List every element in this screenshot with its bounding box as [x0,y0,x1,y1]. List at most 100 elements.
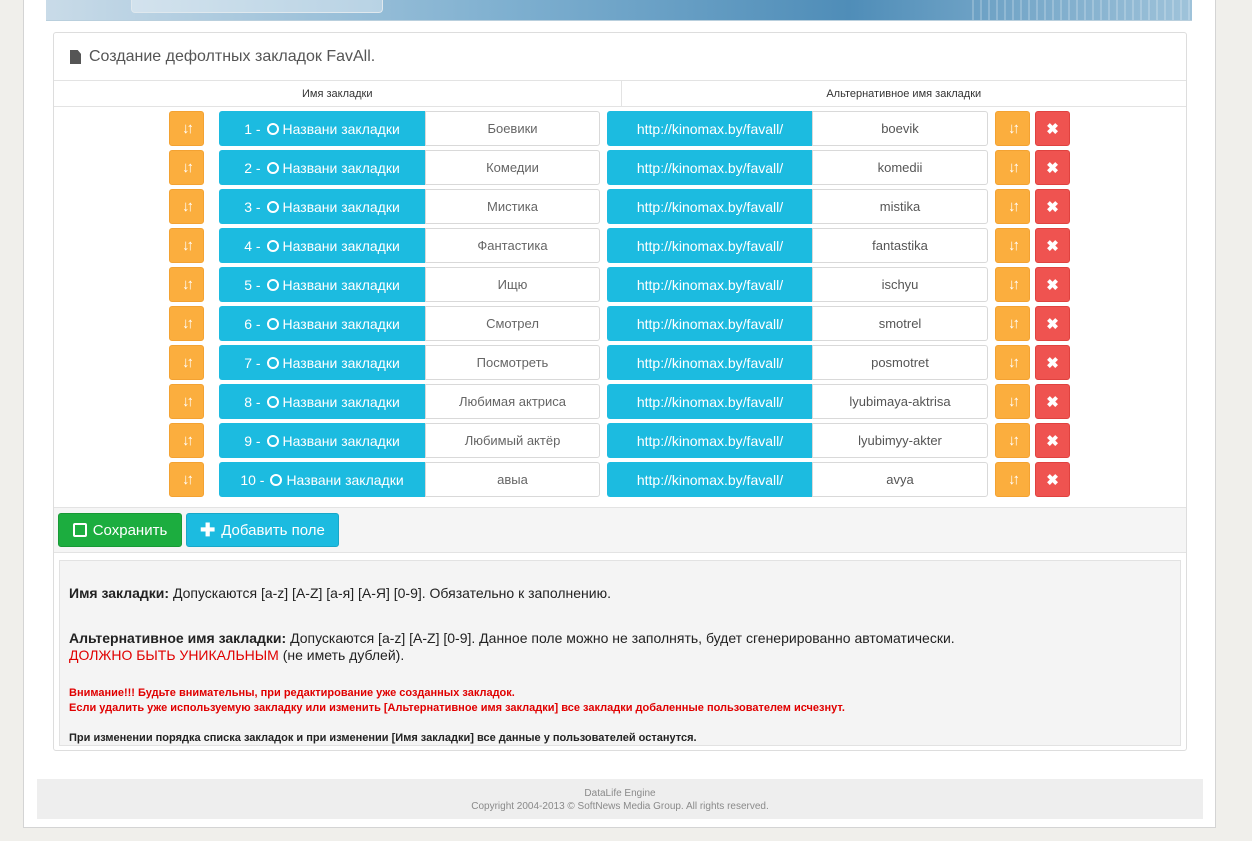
sort-handle-button[interactable]: ↓↑ [169,228,204,263]
paperclip-icon [267,471,285,488]
row-number: 1 - [244,120,261,137]
bookmark-name-input[interactable]: Ищю [425,267,600,302]
delete-row-button[interactable]: ✖ [1035,150,1070,185]
sort-icon: ↓↑ [182,237,194,254]
footer: DataLife Engine Copyright 2004-2013 © So… [37,779,1203,819]
table-row: ↓↑ 1 - Названи закладки Боевики http://kinom… [169,111,1073,146]
table-header: Имя закладки Альтернативное имя закладки [54,80,1186,107]
sort-handle-button[interactable]: ↓↑ [169,384,204,419]
sort-handle-button[interactable]: ↓↑ [995,267,1030,302]
sort-handle-button[interactable]: ↓↑ [995,345,1030,380]
sort-icon: ↓↑ [182,198,194,215]
delete-row-button[interactable]: ✖ [1035,345,1070,380]
sort-handle-button[interactable]: ↓↑ [995,111,1030,146]
bookmark-name-label: Названи закладки [282,237,400,254]
sort-handle-button[interactable]: ↓↑ [995,423,1030,458]
sort-handle-button[interactable]: ↓↑ [169,306,204,341]
bookmark-name-label: Названи закладки [282,120,400,137]
alt-name-input[interactable]: komedii [812,150,988,185]
sort-icon: ↓↑ [1008,276,1020,293]
banner-decoration [972,0,1192,20]
sort-handle-button[interactable]: ↓↑ [169,345,204,380]
delete-row-button[interactable]: ✖ [1035,306,1070,341]
bookmark-name-input[interactable]: Посмотреть [425,345,600,380]
save-button[interactable]: Сохранить [58,513,182,547]
table-row: ↓↑ 8 - Названи закладки Любимая актриса http… [169,384,1073,419]
banner-search-box [131,0,383,13]
paperclip-icon [264,354,282,371]
bookmark-name-label: Названи закладки [282,315,400,332]
alt-name-input[interactable]: lyubimaya-aktrisa [812,384,988,419]
sort-handle-button[interactable]: ↓↑ [995,150,1030,185]
bookmark-name-input[interactable]: авыа [425,462,600,497]
sort-handle-button[interactable]: ↓↑ [169,111,204,146]
bookmark-name-input[interactable]: Любимый актёр [425,423,600,458]
alt-name-input[interactable]: smotrel [812,306,988,341]
paperclip-icon [264,393,282,410]
bookmark-name-label: Названи закладки [286,471,404,488]
bookmark-name-input[interactable]: Боевики [425,111,600,146]
bookmark-name-label: Названи закладки [282,198,400,215]
bookmark-name-input[interactable]: Фантастика [425,228,600,263]
info-name-line: Имя закладки: Допускаются [a-z] [A-Z] [а… [69,585,611,601]
alt-name-input[interactable]: fantastika [812,228,988,263]
url-prefix-addon: http://kinomax.by/favall/ [607,228,813,263]
table-row: ↓↑ 5 - Названи закладки Ищю http://kinomax.b… [169,267,1073,302]
paperclip-icon [264,237,282,254]
sort-handle-button[interactable]: ↓↑ [995,189,1030,224]
delete-row-button[interactable]: ✖ [1035,189,1070,224]
sort-handle-button[interactable]: ↓↑ [169,189,204,224]
sort-handle-button[interactable]: ↓↑ [169,462,204,497]
add-field-button[interactable]: ✚ Добавить поле [186,513,339,547]
sort-icon: ↓↑ [182,432,194,449]
alt-name-input[interactable]: posmotret [812,345,988,380]
row-number: 10 - [240,471,265,488]
alt-name-input[interactable]: ischyu [812,267,988,302]
bookmark-name-input[interactable]: Смотрел [425,306,600,341]
delete-row-button[interactable]: ✖ [1035,228,1070,263]
bookmark-name-addon: 10 - Названи закладки [219,462,425,497]
sort-handle-button[interactable]: ↓↑ [995,462,1030,497]
document-icon [70,50,81,64]
table-row: ↓↑ 9 - Названи закладки Любимый актёр http:/… [169,423,1073,458]
row-number: 2 - [244,159,261,176]
bookmark-name-addon: 9 - Названи закладки [219,423,425,458]
sort-handle-button[interactable]: ↓↑ [169,150,204,185]
table-row: ↓↑ 2 - Названи закладки Комедии http://kinom… [169,150,1073,185]
url-prefix-addon: http://kinomax.by/favall/ [607,423,813,458]
bookmark-name-input[interactable]: Мистика [425,189,600,224]
sort-handle-button[interactable]: ↓↑ [995,228,1030,263]
delete-row-button[interactable]: ✖ [1035,384,1070,419]
sort-handle-button[interactable]: ↓↑ [995,384,1030,419]
delete-icon: ✖ [1046,354,1059,372]
alt-name-input[interactable]: avya [812,462,988,497]
bookmark-name-label: Названи закладки [282,276,400,293]
bookmark-name-input[interactable]: Комедии [425,150,600,185]
table-row: ↓↑ 3 - Названи закладки Мистика http://kinom… [169,189,1073,224]
bookmark-name-addon: 5 - Названи закладки [219,267,425,302]
delete-row-button[interactable]: ✖ [1035,267,1070,302]
url-prefix-addon: http://kinomax.by/favall/ [607,267,813,302]
column-header-alt: Альтернативное имя закладки [826,87,982,100]
sort-icon: ↓↑ [1008,198,1020,215]
bookmark-name-label: Названи закладки [282,159,400,176]
delete-row-button[interactable]: ✖ [1035,423,1070,458]
table-row: ↓↑ 7 - Названи закладки Посмотреть http://ki… [169,345,1073,380]
bookmark-name-addon: 2 - Названи закладки [219,150,425,185]
delete-icon: ✖ [1046,276,1059,294]
delete-row-button[interactable]: ✖ [1035,462,1070,497]
sort-handle-button[interactable]: ↓↑ [169,267,204,302]
alt-name-input[interactable]: lyubimyy-akter [812,423,988,458]
sort-icon: ↓↑ [1008,159,1020,176]
alt-name-input[interactable]: mistika [812,189,988,224]
sort-handle-button[interactable]: ↓↑ [995,306,1030,341]
delete-icon: ✖ [1046,237,1059,255]
sort-handle-button[interactable]: ↓↑ [169,423,204,458]
bookmark-name-input[interactable]: Любимая актриса [425,384,600,419]
delete-icon: ✖ [1046,471,1059,489]
paperclip-icon [264,315,282,332]
info-unique-warning: ДОЛЖНО БЫТЬ УНИКАЛЬНЫМ [69,647,279,663]
warning-line-2: Если удалить уже используемую закладку и… [69,702,845,714]
alt-name-input[interactable]: boevik [812,111,988,146]
delete-row-button[interactable]: ✖ [1035,111,1070,146]
